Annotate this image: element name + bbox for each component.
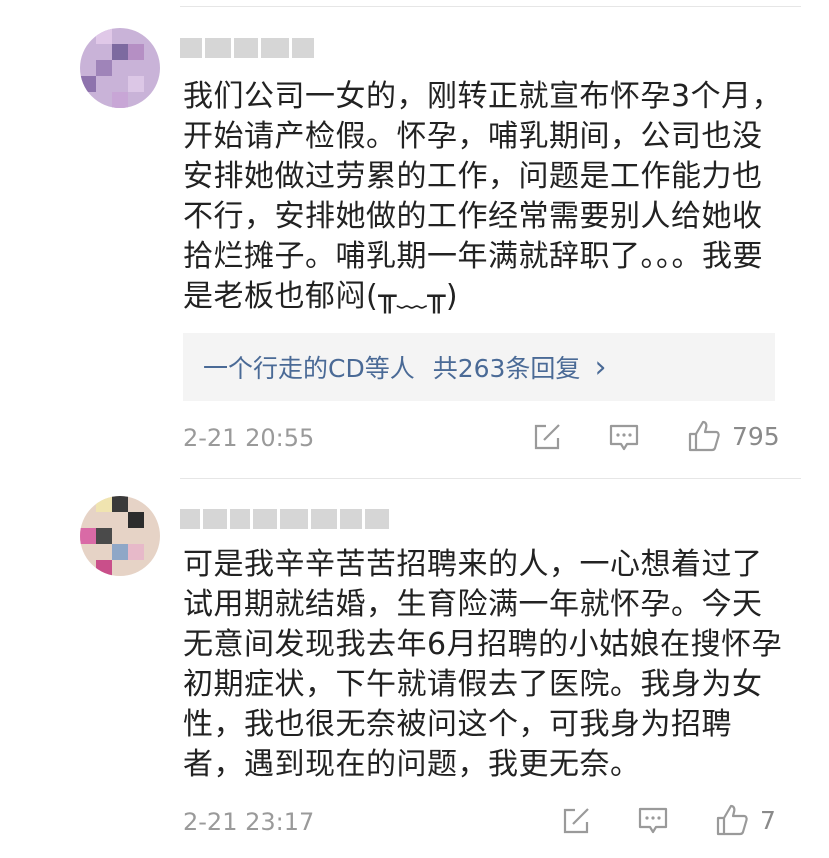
comment-text: 我们公司一女的，刚转正就宣布怀孕3个月，开始请产检假。怀孕，哺乳期间，公司也没安…: [183, 79, 783, 314]
like-count: 7: [760, 805, 776, 835]
share-button[interactable]: [532, 422, 562, 452]
reply-button[interactable]: [637, 805, 669, 837]
timestamp: 2-21 23:17: [183, 808, 315, 836]
username-blurred[interactable]: [180, 505, 389, 533]
like-icon: [716, 804, 748, 836]
like-button[interactable]: 7: [714, 802, 776, 838]
username-blurred[interactable]: [180, 34, 314, 62]
like-button[interactable]: 795: [686, 418, 780, 454]
reply-names: 一个行走的CD等人: [203, 354, 415, 383]
comment-text: 可是我辛辛苦苦招聘来的人，一心想着过了试用期就结婚，生育险满一年就怀孕。今天无意…: [183, 547, 783, 782]
avatar[interactable]: [80, 28, 160, 108]
timestamp: 2-21 20:55: [183, 424, 315, 452]
chevron-right-icon: ›: [594, 349, 607, 385]
reply-icon: [609, 424, 639, 451]
top-divider: [180, 6, 801, 7]
share-button[interactable]: [561, 806, 591, 836]
like-count: 795: [732, 421, 780, 451]
reply-button[interactable]: [608, 422, 640, 454]
share-icon: [534, 424, 560, 450]
reply-count: 共263条回复: [432, 354, 581, 383]
share-icon: [563, 808, 589, 834]
replies-link[interactable]: 一个行走的CD等人 共263条回复 ›: [183, 333, 775, 401]
avatar[interactable]: [80, 496, 160, 576]
reply-icon: [638, 807, 668, 834]
like-icon: [688, 420, 720, 452]
comment-divider: [180, 478, 801, 479]
